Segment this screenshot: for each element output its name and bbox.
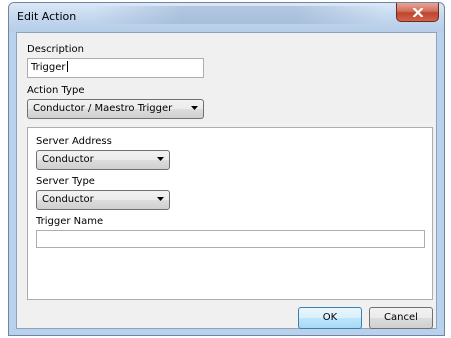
action-type-dropdown[interactable]: Conductor / Maestro Trigger — [27, 99, 204, 119]
chevron-down-icon — [157, 157, 164, 161]
window-title: Edit Action — [17, 10, 77, 23]
dialog-body: Description Trigger Action Type Conducto… — [16, 32, 437, 329]
ok-button[interactable]: OK — [298, 307, 362, 329]
description-value: Trigger — [31, 62, 66, 73]
server-type-dropdown[interactable]: Conductor — [36, 190, 170, 210]
edit-action-dialog: Edit Action Description Trigger Action T… — [8, 2, 445, 336]
chevron-down-icon — [191, 106, 198, 110]
action-type-value: Conductor / Maestro Trigger — [33, 103, 173, 114]
title-bar[interactable]: Edit Action — [9, 3, 444, 32]
server-address-dropdown[interactable]: Conductor — [36, 150, 170, 170]
server-type-value: Conductor — [42, 194, 94, 205]
trigger-name-field[interactable] — [36, 230, 425, 248]
text-caret — [66, 61, 68, 72]
server-address-label: Server Address — [36, 136, 112, 147]
cancel-button[interactable]: Cancel — [369, 307, 433, 329]
server-type-label: Server Type — [36, 176, 95, 187]
chevron-down-icon — [157, 197, 164, 201]
trigger-name-label: Trigger Name — [36, 216, 104, 227]
title-bar-glow — [94, 6, 384, 24]
action-settings-panel: Server Address Conductor Server Type Con… — [27, 127, 433, 300]
description-label: Description — [27, 44, 84, 55]
server-address-value: Conductor — [42, 154, 94, 165]
close-icon — [412, 7, 423, 17]
action-type-label: Action Type — [27, 85, 85, 96]
description-field[interactable]: Trigger — [27, 58, 204, 78]
close-button[interactable] — [396, 3, 439, 22]
